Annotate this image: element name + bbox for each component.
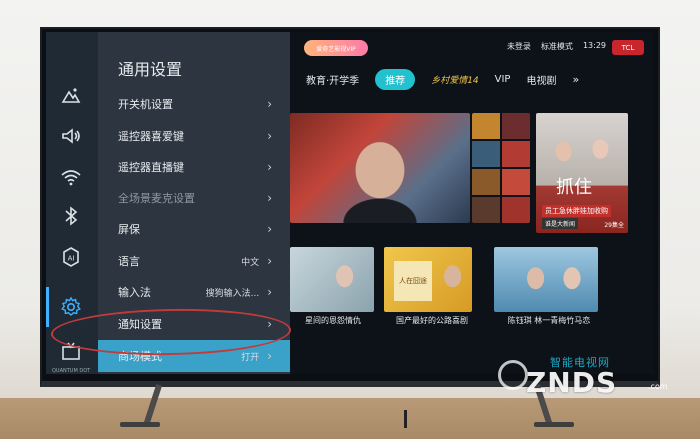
menu-item-label: 屏保 — [118, 223, 140, 236]
settings-icon-rail: AI — [46, 32, 98, 374]
tab-recommended[interactable]: 推荐 — [375, 68, 416, 90]
menu-item-screensaver[interactable]: 屏保 › — [118, 218, 272, 240]
tile-caption: 国产最好的公路喜剧 — [396, 316, 468, 325]
chevron-right-icon: › — [267, 254, 272, 268]
tab-tv-series[interactable]: 电视剧 — [526, 72, 556, 87]
ai-icon[interactable]: AI — [59, 245, 83, 269]
tv-foot-left — [120, 422, 160, 427]
general-settings-panel: 通用设置 开关机设置 › 遥控器喜爱键 › 遥控器直播键 › 全场景麦克设置 ›… — [98, 32, 290, 374]
content-tile-3[interactable] — [494, 247, 598, 312]
bezel-brand-label: QUANTUM DOT — [52, 368, 91, 374]
tv-screen: AI 通用设置 开关机设置 › 遥控器喜爱键 › 遥控器直播键 › 全场景麦克设… — [46, 32, 654, 374]
login-status[interactable]: 未登录 — [507, 41, 531, 52]
chevron-right-icon: › — [267, 317, 272, 331]
hero-banner-tile[interactable] — [290, 113, 470, 223]
poster-episodes: 29集全 — [604, 222, 624, 229]
watermark: 智能电视网 ZNDS .com — [498, 352, 688, 414]
picture-mode: 标准模式 — [540, 42, 573, 51]
menu-item-label: 遥控器喜爱键 — [118, 130, 184, 143]
menu-item-label: 全场景麦克设置 — [118, 192, 195, 205]
menu-item-remote-live[interactable]: 遥控器直播键 › — [118, 156, 272, 178]
menu-item-remote-favorite[interactable]: 遥控器喜爱键 › — [118, 125, 272, 147]
menu-item-input-method[interactable]: 输入法 搜狗输入法... › — [118, 281, 272, 303]
chevron-right-icon: › — [267, 160, 272, 174]
chevron-right-icon: › — [267, 191, 272, 205]
tab-education[interactable]: 教育·开学季 — [306, 72, 359, 87]
menu-item-value: 搜狗输入法... — [205, 288, 260, 299]
menu-item-store-mode[interactable]: 商场模式 打开 › — [98, 340, 290, 372]
menu-item-value: 打开 — [241, 352, 260, 363]
menu-item-label: 遥控器直播键 — [118, 161, 184, 174]
poster-caption: 员工急休胖娃加收购 — [542, 205, 611, 217]
vip-promo-pill[interactable]: 爱奇艺影视VIP — [304, 40, 368, 56]
menu-item-label: 输入法 — [118, 286, 151, 299]
menu-item-label: 通知设置 — [118, 318, 162, 331]
menu-item-label: 语言 — [118, 255, 140, 268]
content-tile-2[interactable]: 人在囧途 — [384, 247, 472, 312]
tab-country-love[interactable]: 乡村爱情14 — [431, 73, 478, 86]
menu-item-label: 开关机设置 — [118, 98, 173, 111]
chevron-right-icon: › — [267, 285, 272, 299]
launcher-home: 爱奇艺影视VIP 未登录 标准模式 13:29 TCL 教育·开学季 推荐 乡村… — [290, 32, 654, 374]
tile-caption: 陈钰琪 林一青梅竹马恋 — [507, 316, 591, 325]
tile-caption: 星间的恩怨情仇 — [305, 316, 361, 325]
menu-item-label: 商场模式 — [118, 350, 162, 363]
menu-item-far-field-mic: 全场景麦克设置 › — [118, 187, 272, 209]
menu-item-language[interactable]: 语言 中文 › — [118, 250, 272, 272]
watermark-dotcom: .com — [648, 382, 668, 391]
menu-item-notifications[interactable]: 通知设置 › — [118, 313, 272, 335]
tabs-more-icon[interactable]: » — [572, 73, 579, 86]
menu-item-power[interactable]: 开关机设置 › — [118, 93, 272, 115]
brand-logo: TCL — [612, 40, 644, 55]
bluetooth-icon[interactable] — [59, 204, 83, 228]
tile-overlay-title: 人在囧途 — [394, 261, 432, 301]
gear-icon[interactable] — [59, 295, 83, 319]
rail-selection-indicator — [46, 287, 49, 327]
chevron-right-icon: › — [267, 97, 272, 111]
watermark-disc-icon — [498, 360, 528, 390]
sound-icon[interactable] — [59, 124, 83, 148]
status-bar: 爱奇艺影视VIP 未登录 标准模式 13:29 TCL — [290, 32, 654, 64]
picture-icon[interactable] — [59, 84, 83, 108]
channel-tabs: 教育·开学季 推荐 乡村爱情14 VIP 电视剧 » — [306, 68, 654, 90]
clock: 13:29 — [582, 41, 606, 50]
content-tile-1[interactable] — [290, 247, 374, 312]
svg-text:AI: AI — [68, 255, 75, 263]
input-source-icon[interactable] — [59, 340, 83, 364]
tv-center-post — [404, 410, 407, 428]
status-info: 未登录 标准模式 13:29 — [507, 41, 606, 52]
tv-foot-right — [534, 422, 574, 427]
television: AI 通用设置 开关机设置 › 遥控器喜爱键 › 遥控器直播键 › 全场景麦克设… — [40, 27, 660, 387]
featured-poster-tile[interactable]: 抓住 员工急休胖娃加收购 谁是大新闻 29集全 — [536, 113, 628, 233]
panel-title: 通用设置 — [118, 60, 183, 79]
tab-vip[interactable]: VIP — [495, 74, 511, 85]
chevron-right-icon: › — [267, 222, 272, 236]
poster-subcaption: 谁是大新闻 — [542, 218, 579, 229]
mosaic-tile[interactable] — [472, 113, 530, 223]
poster-title: 抓住 — [556, 177, 592, 198]
chevron-right-icon: › — [267, 349, 272, 363]
menu-item-value: 中文 — [241, 257, 260, 268]
watermark-en: ZNDS — [526, 366, 618, 399]
wifi-icon[interactable] — [59, 165, 83, 189]
chevron-right-icon: › — [267, 129, 272, 143]
